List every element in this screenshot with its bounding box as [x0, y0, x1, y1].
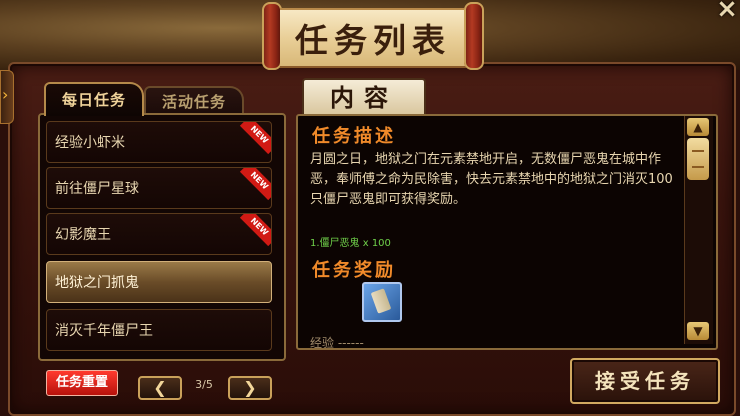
content-box: 任务描述 月圆之日，地狱之门在元素禁地开启，无数僵尸恶鬼在城中作恶，奉师傅之命为…: [296, 114, 718, 350]
reset-tasks-button[interactable]: 任务重置: [46, 370, 118, 396]
chevron-right-icon: ›: [2, 85, 9, 104]
tab-daily-tasks[interactable]: 每日任务: [44, 82, 144, 116]
scroll-down-icon[interactable]: ▼: [687, 322, 709, 340]
reward-title: 任务奖励: [312, 260, 396, 281]
scroll-roll-right: [464, 2, 484, 70]
prev-page-button[interactable]: ❮: [138, 376, 182, 400]
task-list: 经验小虾米 NEW 前往僵尸星球 NEW 幻影魔王 NEW 地狱之门抓鬼 消灭千…: [38, 113, 286, 361]
task-label: 前往僵尸星球: [55, 181, 139, 197]
accept-task-button[interactable]: 接受任务: [570, 358, 720, 404]
content-scrollbar[interactable]: ▲ ▼: [684, 116, 713, 344]
scroll-roll-left: [262, 2, 282, 70]
task-label: 经验小虾米: [55, 135, 125, 151]
scroll-thumb[interactable]: [687, 138, 709, 180]
goal-text: 1.僵尸恶鬼 x 100: [310, 238, 391, 249]
new-badge: NEW: [239, 122, 271, 155]
page-title: 任务列表: [295, 21, 451, 60]
close-button[interactable]: ×: [714, 0, 740, 22]
task-item[interactable]: 经验小虾米 NEW: [46, 121, 272, 163]
scroll-item-icon[interactable]: [362, 282, 402, 322]
task-item[interactable]: 消灭千年僵尸王: [46, 309, 272, 351]
next-page-button[interactable]: ❯: [228, 376, 272, 400]
task-label: 地狱之门抓鬼: [55, 275, 139, 291]
task-label: 幻影魔王: [55, 227, 111, 243]
page-indicator: 3/5: [195, 378, 213, 391]
content-tab: 内容: [302, 78, 426, 118]
task-item-selected[interactable]: 地狱之门抓鬼: [46, 261, 272, 303]
exp-text: 经验 ------: [310, 336, 364, 350]
new-badge: NEW: [239, 168, 271, 201]
description-text: 月圆之日，地狱之门在元素禁地开启，无数僵尸恶鬼在城中作恶，奉师傅之命为民除害，快…: [310, 152, 673, 207]
chevron-left-icon: ❮: [153, 378, 167, 397]
description-title: 任务描述: [312, 126, 396, 147]
tab-event-tasks[interactable]: 活动任务: [144, 86, 244, 116]
side-expand-button[interactable]: ›: [0, 70, 14, 124]
new-badge: NEW: [239, 214, 271, 247]
scroll-up-icon[interactable]: ▲: [687, 118, 709, 136]
chevron-right-icon: ❯: [243, 378, 257, 397]
task-item[interactable]: 前往僵尸星球 NEW: [46, 167, 272, 209]
title-scroll: 任务列表: [262, 2, 484, 70]
task-item[interactable]: 幻影魔王 NEW: [46, 213, 272, 255]
task-label: 消灭千年僵尸王: [55, 323, 153, 339]
